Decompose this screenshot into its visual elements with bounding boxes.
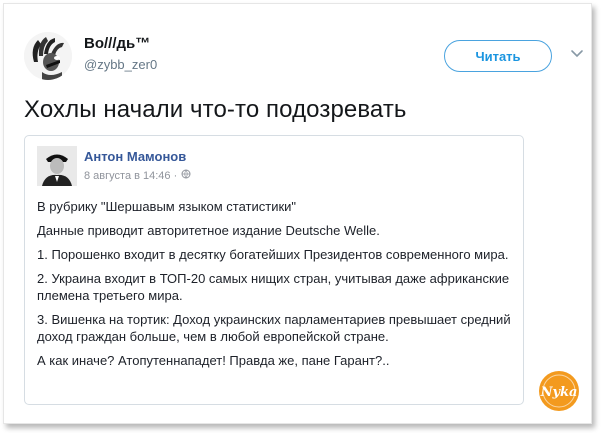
post-paragraph: Данные приводит авторитетное издание Deu… [37,223,380,238]
avatar[interactable] [24,32,72,80]
post-body: В рубрику "Шершавым языком статистики" Д… [37,198,517,376]
svg-text:Nyka: Nyka [540,385,578,400]
user-handle[interactable]: @zybb_zer0 [84,57,157,72]
chevron-down-icon[interactable] [570,47,584,61]
display-name[interactable]: Во///дь™ [84,35,150,52]
tweet-card: Во///дь™ @zybb_zer0 Читать Хохлы начали … [3,3,592,424]
watermark-logo: Nyka [538,370,580,412]
follow-button[interactable]: Читать [444,40,552,72]
author-avatar-image [37,146,77,186]
post-meta: 8 августа в 14:46 · [84,169,191,182]
author-name[interactable]: Антон Мамонов [84,149,186,164]
post-paragraph: В рубрику "Шершавым языком статистики" [37,199,297,214]
post-paragraph: А как иначе? Атопутеннападет! Правда же,… [37,353,390,368]
avatar-image [24,32,72,80]
author-avatar[interactable] [37,146,77,186]
post-paragraph: 1. Порошенко входит в десятку богатейших… [37,247,509,262]
quoted-post-card[interactable]: Антон Мамонов 8 августа в 14:46 · В рубр… [24,135,524,405]
post-paragraph: 2. Украина входит в ТОП-20 самых нищих с… [37,271,510,303]
globe-icon [181,169,191,182]
post-date[interactable]: 8 августа в 14:46 · [84,170,177,182]
tweet-text: Хохлы начали что-то подозревать [24,96,407,123]
post-paragraph: 3. Вишенка на тортик: Доход украинских п… [37,312,511,344]
